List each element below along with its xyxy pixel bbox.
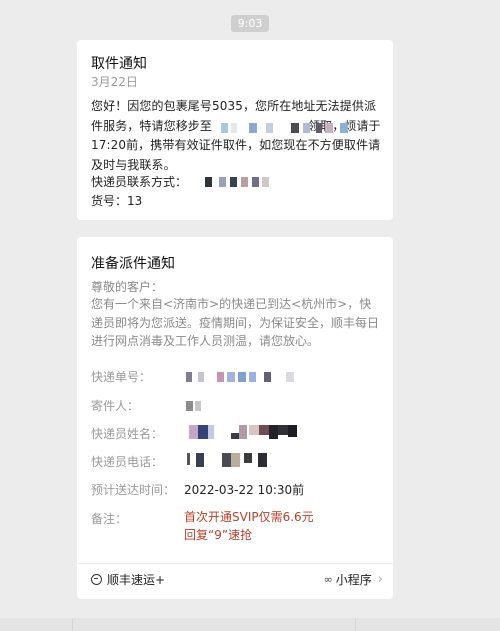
- message-timestamp: 9:03: [230, 15, 270, 32]
- note-promo-line1: 首次开通SVIP仅需6.6元: [184, 510, 314, 524]
- cargo-value: 13: [127, 194, 143, 208]
- note-promo-line2: 回复“9”速抢: [184, 528, 253, 542]
- courier-contact-label: 快递员联系方式：: [91, 175, 188, 189]
- bottom-toolbar: [0, 618, 500, 631]
- footer-divider: [77, 563, 393, 564]
- courier-name-label: 快递员姓名：: [91, 427, 164, 441]
- card-title: 取件通知: [91, 56, 147, 72]
- timestamp-wrap: 9:03: [0, 12, 500, 32]
- notice-message: 您有一个来自<济南市>的快递已到达<杭州市>，快递员即将为您派送。疫情期间，为保…: [91, 297, 380, 348]
- cargo-number: 货号：13: [91, 192, 142, 209]
- mini-program-icon: ∞: [323, 573, 333, 586]
- mini-program-label: 小程序: [335, 573, 372, 587]
- eta-label: 预计送达时间：: [91, 483, 176, 497]
- sender-label: 寄件人：: [91, 399, 140, 413]
- chevron-right-icon: ›: [377, 572, 383, 587]
- mini-program-link[interactable]: ∞ 小程序 ›: [324, 571, 383, 588]
- brand-link[interactable]: 顺丰速运+: [91, 571, 165, 588]
- toolbar-separator: [355, 618, 356, 631]
- toolbar-separator: [72, 618, 73, 631]
- cargo-label: 货号：: [91, 194, 128, 208]
- brand-name: 顺丰速运+: [107, 573, 166, 587]
- greeting: 尊敬的客户：: [91, 280, 164, 294]
- card-body: 您好！因您的包裹尾号5035，您所在地址无法提供派件服务，特请您移步至领取，烦请…: [91, 97, 387, 175]
- eta-value: 2022-03-22 10:30前: [184, 483, 305, 497]
- card-date: 3月22日: [91, 75, 138, 89]
- courier-phone-label: 快递员电话：: [91, 455, 164, 469]
- note-label: 备注：: [91, 512, 128, 526]
- pickup-notice-card[interactable]: 取件通知 3月22日 您好！因您的包裹尾号5035，您所在地址无法提供派件服务，…: [77, 40, 393, 220]
- tracking-number-label: 快递单号：: [91, 370, 152, 384]
- sf-express-icon: [91, 574, 102, 585]
- delivery-notice-card[interactable]: 准备派件通知 尊敬的客户： 您有一个来自<济南市>的快递已到达<杭州市>，快递员…: [77, 237, 393, 599]
- card-title: 准备派件通知: [91, 256, 175, 272]
